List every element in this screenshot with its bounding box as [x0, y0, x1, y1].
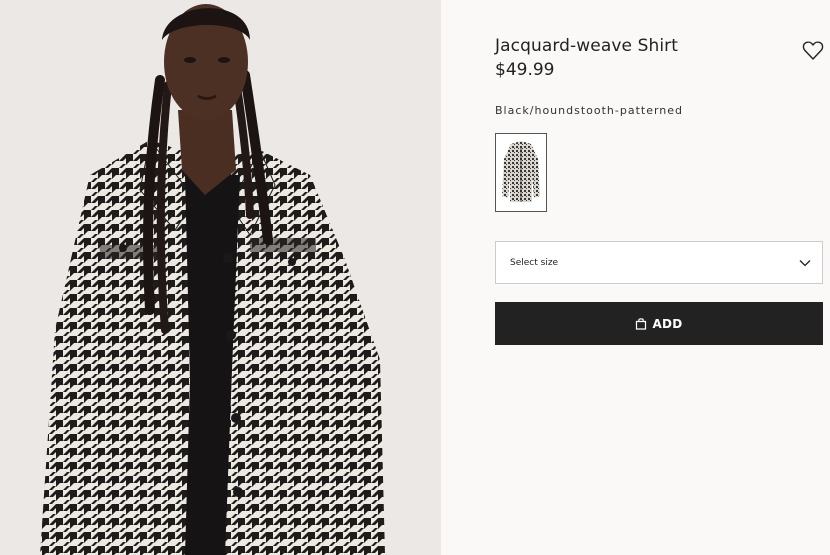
heart-icon	[802, 41, 824, 60]
product-price: $49.99	[495, 60, 555, 80]
shopping-bag-icon	[636, 318, 647, 330]
product-info-panel: Jacquard-weave Shirt $49.99 Black/hounds…	[441, 0, 830, 555]
product-photo[interactable]	[0, 0, 441, 555]
add-to-bag-button[interactable]: ADD	[495, 302, 823, 345]
add-button-label: ADD	[652, 316, 683, 331]
size-select[interactable]: Select size	[495, 241, 823, 284]
favorite-button[interactable]	[801, 38, 825, 62]
size-select-placeholder: Select size	[510, 258, 559, 268]
color-swatch[interactable]	[495, 133, 547, 212]
product-title: Jacquard-weave Shirt	[495, 36, 679, 56]
swatch-thumbnail	[496, 134, 546, 211]
chevron-down-icon	[799, 260, 811, 267]
color-name: Black/houndstooth-patterned	[495, 104, 684, 117]
